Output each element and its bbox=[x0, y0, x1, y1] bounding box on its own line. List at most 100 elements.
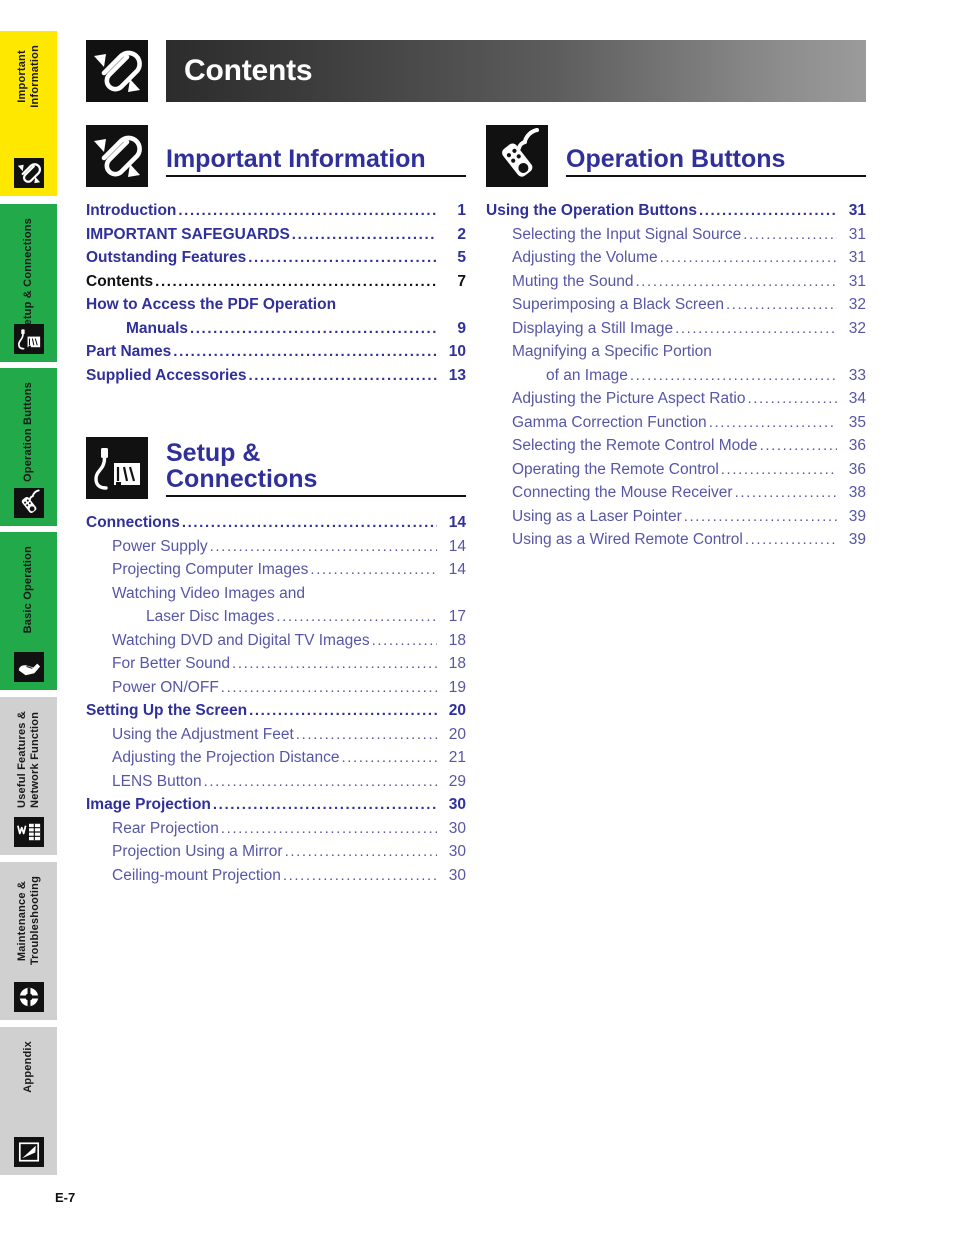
toc-entry[interactable]: Adjusting the Picture Aspect Ratio......… bbox=[486, 387, 866, 411]
toc-entry[interactable]: Watching DVD and Digital TV Images......… bbox=[86, 629, 466, 653]
toc-entry-page: 17 bbox=[448, 608, 466, 625]
toc-entry[interactable]: Rear Projection.........................… bbox=[86, 817, 466, 841]
toc-entry-page: 38 bbox=[848, 484, 866, 501]
toc-entry-label: Selecting the Input Signal Source bbox=[512, 225, 742, 243]
toc-leader-dots: ........................................… bbox=[203, 772, 437, 790]
toc-leader-dots: ........................................… bbox=[341, 749, 437, 766]
toc-entry[interactable]: Watching Video Images and...............… bbox=[86, 582, 466, 606]
toc-entry-page: 36 bbox=[848, 460, 866, 478]
side-tab-label: Important Information bbox=[15, 45, 41, 108]
toc-entry[interactable]: Laser Disc Images.......................… bbox=[86, 605, 466, 629]
toc-leader-dots: ........................................… bbox=[743, 225, 837, 243]
toc-entry-page: 14 bbox=[448, 537, 466, 555]
toc-entry-page: 32 bbox=[848, 319, 866, 337]
side-tab-basic-operation[interactable]: Basic Operation bbox=[0, 532, 57, 690]
toc-leader-dots: ........................................… bbox=[155, 272, 437, 290]
toc-entry[interactable]: LENS Button.............................… bbox=[86, 770, 466, 794]
toc-entry[interactable]: Supplied Accessories....................… bbox=[86, 364, 466, 388]
toc-entry[interactable]: Using the Operation Buttons.............… bbox=[486, 199, 866, 223]
toc-entry[interactable]: Connections.............................… bbox=[86, 511, 466, 535]
toc-leader-dots: ........................................… bbox=[181, 514, 437, 531]
toc-entry-label: Projecting Computer Images bbox=[112, 561, 309, 578]
toc-entry[interactable]: Magnifying a Specific Portion...........… bbox=[486, 340, 866, 364]
toc-entry[interactable]: Using as a Wired Remote Control.........… bbox=[486, 528, 866, 552]
side-tab-operation-buttons[interactable]: Operation Buttons bbox=[0, 368, 57, 526]
toc-leader-dots: ........................................… bbox=[178, 202, 437, 219]
toc-entry-label: Using the Adjustment Feet bbox=[112, 725, 294, 743]
side-tab-label: Maintenance & Troubleshooting bbox=[15, 876, 41, 966]
toc-entry-page: 21 bbox=[448, 749, 466, 766]
toc-entry[interactable]: Muting the Sound........................… bbox=[486, 270, 866, 294]
toc-entry-label: Manuals bbox=[126, 319, 189, 337]
toc-entry-page: 29 bbox=[448, 772, 466, 790]
toc-entry[interactable]: Connecting the Mouse Receiver...........… bbox=[486, 481, 866, 505]
toc-entry-label: Connecting the Mouse Receiver bbox=[512, 484, 733, 501]
toc-entry-page: 39 bbox=[848, 507, 866, 525]
toc-entry[interactable]: Outstanding Features....................… bbox=[86, 246, 466, 270]
side-tab-label: Operation Buttons bbox=[22, 382, 34, 482]
toc-entry[interactable]: For Better Sound........................… bbox=[86, 652, 466, 676]
toc-entry-label: IMPORTANT SAFEGUARDS bbox=[86, 225, 290, 243]
side-tab-important-information[interactable]: Important Information bbox=[0, 31, 57, 196]
side-tab-label: Useful Features & Network Function bbox=[15, 711, 41, 808]
toc-entry-page: 10 bbox=[448, 343, 466, 360]
side-tab-label: Appendix bbox=[22, 1041, 34, 1093]
toc-entry[interactable]: Ceiling-mount Projection................… bbox=[86, 864, 466, 888]
side-tab-label: Setup & Connections bbox=[22, 218, 34, 334]
side-tab-maintenance-and-troubleshooting[interactable]: Maintenance & Troubleshooting bbox=[0, 862, 57, 1020]
toc-entry[interactable]: Selecting the Input Signal Source.......… bbox=[486, 223, 866, 247]
toc-entry[interactable]: Selecting the Remote Control Mode.......… bbox=[486, 434, 866, 458]
toc-entry-page: 18 bbox=[448, 631, 466, 649]
toc-entry[interactable]: of an Image.............................… bbox=[486, 364, 866, 388]
toc-entry[interactable]: Superimposing a Black Screen............… bbox=[486, 293, 866, 317]
toc-entry-label: Magnifying a Specific Portion bbox=[512, 343, 712, 360]
toc-entry-page: 19 bbox=[448, 678, 466, 696]
toc-entry[interactable]: Projecting Computer Images..............… bbox=[86, 558, 466, 582]
toc-entry-page: 39 bbox=[848, 531, 866, 548]
section-title: Setup & Connections bbox=[166, 439, 318, 493]
toc-leader-dots: ........................................… bbox=[747, 390, 838, 407]
toc-entry[interactable]: Adjusting the Volume....................… bbox=[486, 246, 866, 270]
toc-entry[interactable]: Part Names..............................… bbox=[86, 340, 466, 364]
section-title-underline: Operation Buttons bbox=[566, 125, 866, 177]
toc-section: Setup & Connections Connections..........… bbox=[86, 437, 466, 887]
toc-list: Using the Operation Buttons.............… bbox=[486, 199, 866, 552]
toc-entry-label: Connections bbox=[86, 514, 180, 531]
toc-entry[interactable]: Adjusting the Projection Distance.......… bbox=[86, 746, 466, 770]
toc-entry-page: 34 bbox=[848, 390, 866, 407]
toc-list: Introduction............................… bbox=[86, 199, 466, 387]
side-tab-useful-features-and-network-function[interactable]: Useful Features & Network Function bbox=[0, 697, 57, 855]
toc-entry[interactable]: Operating the Remote Control............… bbox=[486, 458, 866, 482]
toc-entry-label: Adjusting the Volume bbox=[512, 249, 658, 266]
toc-entry-label: Superimposing a Black Screen bbox=[512, 296, 724, 313]
section-title-underline: Important Information bbox=[166, 125, 466, 177]
toc-leader-dots: ........................................… bbox=[310, 561, 437, 578]
toc-entry-label: Selecting the Remote Control Mode bbox=[512, 437, 758, 454]
toc-entry[interactable]: IMPORTANT SAFEGUARDS....................… bbox=[86, 223, 466, 247]
toc-leader-dots: ........................................… bbox=[232, 655, 437, 672]
toc-entry[interactable]: Power Supply............................… bbox=[86, 535, 466, 559]
toc-entry[interactable]: Using as a Laser Pointer................… bbox=[486, 505, 866, 529]
toc-entry-label: Gamma Correction Function bbox=[512, 413, 707, 431]
toc-entry-label: Power ON/OFF bbox=[112, 678, 219, 696]
toc-entry[interactable]: Using the Adjustment Feet...............… bbox=[86, 723, 466, 747]
toc-entry[interactable]: Manuals.................................… bbox=[86, 317, 466, 341]
toc-leader-dots: ........................................… bbox=[276, 608, 437, 625]
toc-entry-page: 18 bbox=[448, 655, 466, 672]
toc-entry[interactable]: Projection Using a Mirror...............… bbox=[86, 840, 466, 864]
toc-entry[interactable]: Image Projection........................… bbox=[86, 793, 466, 817]
toc-leader-dots: ........................................… bbox=[209, 537, 437, 555]
toc-entry[interactable]: Gamma Correction Function...............… bbox=[486, 411, 866, 435]
side-tab-appendix[interactable]: Appendix bbox=[0, 1027, 57, 1175]
toc-entry[interactable]: Introduction............................… bbox=[86, 199, 466, 223]
toc-entry[interactable]: How to Access the PDF Operation.........… bbox=[86, 293, 466, 317]
toc-entry[interactable]: Power ON/OFF............................… bbox=[86, 676, 466, 700]
toc-entry-page: 30 bbox=[448, 796, 466, 813]
toc-entry[interactable]: Setting Up the Screen...................… bbox=[86, 699, 466, 723]
toc-entry[interactable]: Displaying a Still Image................… bbox=[486, 317, 866, 341]
toc-entry-label: Introduction bbox=[86, 202, 177, 219]
section-title: Important Information bbox=[166, 145, 426, 173]
side-tab-setup-and-connections[interactable]: Setup & Connections bbox=[0, 204, 57, 362]
toc-leader-dots: ........................................… bbox=[284, 843, 437, 860]
toc-entry[interactable]: Contents................................… bbox=[86, 270, 466, 294]
